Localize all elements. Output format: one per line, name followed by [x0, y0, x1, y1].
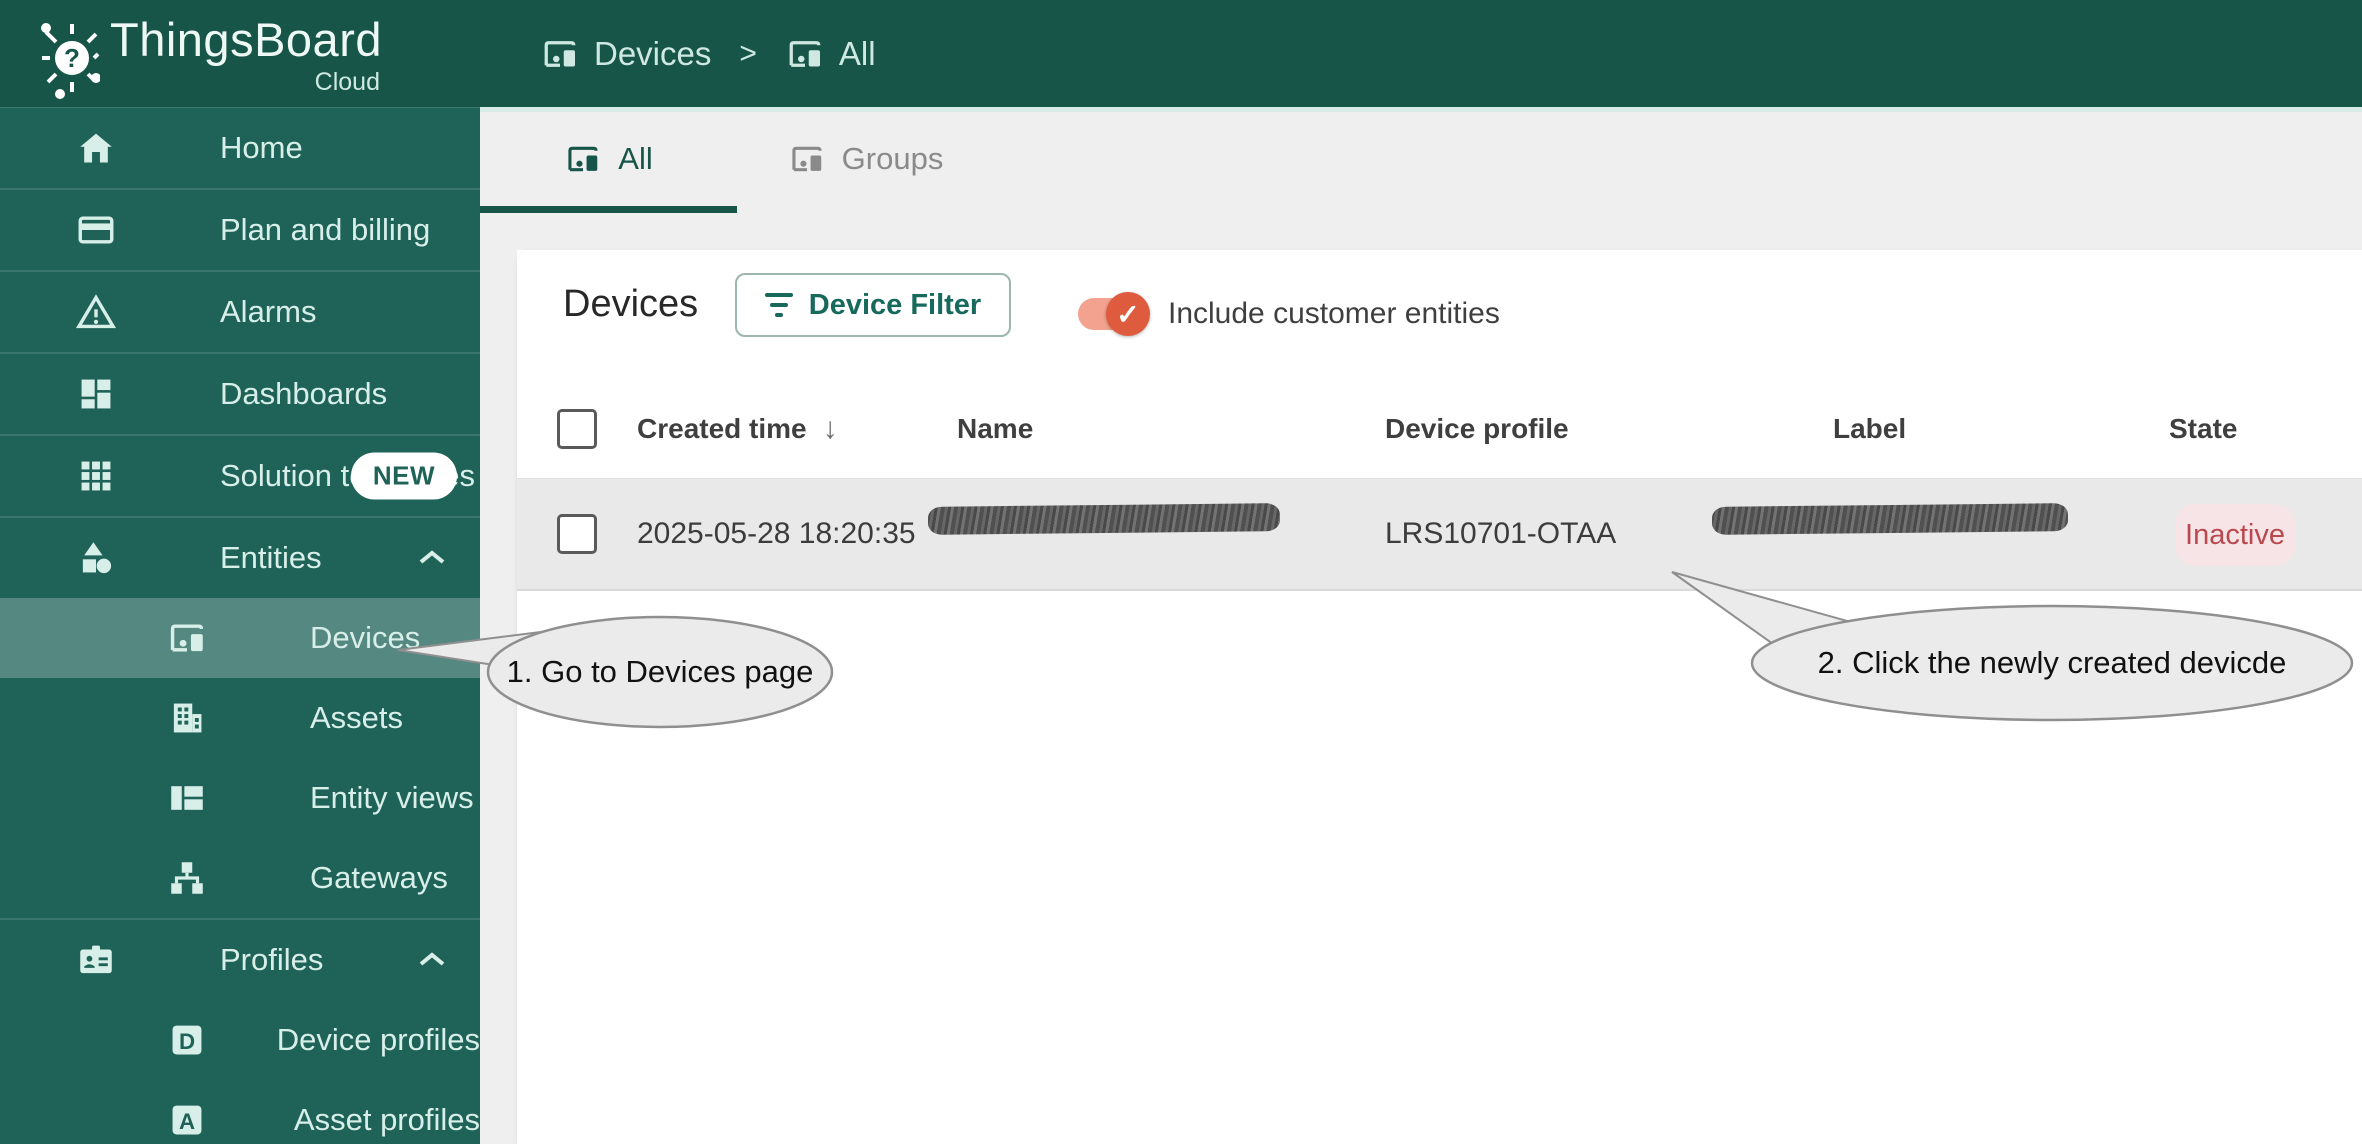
- column-header-label[interactable]: Label: [1833, 380, 1906, 478]
- toggle-track: ✓: [1078, 292, 1150, 336]
- thingsboard-logo-icon: ?: [41, 23, 100, 99]
- warning-icon: [75, 291, 220, 333]
- devices-icon: [792, 146, 822, 172]
- devices-icon: [568, 146, 598, 172]
- sidebar-item-alarms[interactable]: Alarms: [0, 270, 480, 352]
- sort-desc-icon[interactable]: ↓: [823, 412, 838, 446]
- asset-profiles-icon: A: [166, 1099, 294, 1141]
- table-header-row: Created time ↓ Name Device profile Label…: [517, 380, 2362, 478]
- sidebar-item-devices[interactable]: Devices: [0, 598, 480, 678]
- sidebar-item-profiles[interactable]: Profiles: [0, 918, 480, 1000]
- breadcrumb-separator: >: [739, 36, 757, 70]
- redacted-label-scribble: [1711, 503, 2069, 535]
- active-tab-indicator: [480, 206, 737, 213]
- sidebar-item-home[interactable]: Home: [0, 108, 480, 188]
- column-header-state[interactable]: State: [2169, 380, 2237, 478]
- sidebar: Home Plan and billing Alarms Dashboards: [0, 107, 480, 1144]
- column-header-name[interactable]: Name: [957, 380, 1033, 478]
- page-background: [517, 213, 2362, 250]
- breadcrumb-all[interactable]: All: [785, 34, 876, 74]
- new-badge: NEW: [350, 452, 457, 500]
- select-all-checkbox[interactable]: [557, 380, 597, 478]
- row-checkbox[interactable]: [557, 479, 597, 589]
- sidebar-item-gateways[interactable]: Gateways: [0, 838, 480, 918]
- cell-created-time: 2025-05-28 18:20:35: [637, 517, 916, 550]
- entities-icon: [75, 537, 220, 579]
- top-header: ? ThingsBoard Cloud Devices > All: [0, 0, 2362, 107]
- brand-name: ThingsBoard: [110, 13, 382, 66]
- breadcrumb: Devices > All: [540, 0, 876, 107]
- tab-all[interactable]: All: [480, 112, 737, 206]
- glyph-a: A: [179, 1109, 195, 1134]
- glyph-d: D: [179, 1029, 195, 1054]
- table-row[interactable]: 2025-05-28 18:20:35 LRS10701-OTAA: [517, 478, 2362, 591]
- sidebar-item-solution-templates[interactable]: Solution templates NEW: [0, 434, 480, 516]
- dashboards-icon: [75, 373, 220, 415]
- gateways-icon: [166, 857, 310, 899]
- devices-icon: [544, 40, 576, 67]
- badge-icon: [75, 939, 220, 981]
- state-badge: Inactive: [2175, 504, 2295, 566]
- column-header-created-time[interactable]: Created time ↓: [637, 380, 838, 478]
- sidebar-item-plan-and-billing[interactable]: Plan and billing: [0, 188, 480, 270]
- credit-card-icon: [75, 209, 220, 251]
- chevron-up-icon: [417, 942, 447, 978]
- tab-bar: All Groups: [480, 112, 2362, 213]
- sidebar-item-assets[interactable]: Assets: [0, 678, 480, 758]
- home-icon: [75, 127, 220, 169]
- device-filter-button[interactable]: Device Filter: [735, 273, 1011, 337]
- grid-icon: [75, 455, 220, 497]
- filter-icon: [764, 293, 793, 317]
- breadcrumb-devices[interactable]: Devices: [540, 34, 711, 74]
- device-profiles-icon: D: [166, 1019, 277, 1061]
- devices-icon: [166, 617, 310, 659]
- toggle-label: Include customer entities: [1168, 297, 1500, 330]
- column-header-device-profile[interactable]: Device profile: [1385, 380, 1569, 478]
- include-customer-entities-toggle[interactable]: ✓ Include customer entities: [1078, 292, 1500, 336]
- sidebar-item-entities[interactable]: Entities: [0, 516, 480, 598]
- brand-logo[interactable]: ? ThingsBoard Cloud: [38, 10, 382, 100]
- sidebar-item-entity-views[interactable]: Entity views: [0, 758, 480, 838]
- svg-text:?: ?: [64, 43, 80, 73]
- chevron-up-icon: [417, 540, 447, 576]
- building-icon: [166, 697, 310, 739]
- toggle-thumb-check-icon: ✓: [1106, 292, 1150, 336]
- brand-sub: Cloud: [314, 68, 380, 96]
- sidebar-item-dashboards[interactable]: Dashboards: [0, 352, 480, 434]
- redacted-name-scribble: [927, 503, 1281, 535]
- entity-views-icon: [166, 777, 310, 819]
- sidebar-item-asset-profiles[interactable]: A Asset profiles: [0, 1080, 480, 1144]
- content-gutter: [480, 112, 517, 1144]
- tab-groups[interactable]: Groups: [737, 112, 994, 206]
- cell-device-profile: LRS10701-OTAA: [1385, 517, 1617, 550]
- page-title: Devices: [563, 283, 699, 325]
- thingsboard-app: ? ThingsBoard Cloud Devices > All Home P…: [0, 0, 2362, 1144]
- sidebar-item-device-profiles[interactable]: D Device profiles: [0, 1000, 480, 1080]
- devices-icon: [789, 40, 821, 67]
